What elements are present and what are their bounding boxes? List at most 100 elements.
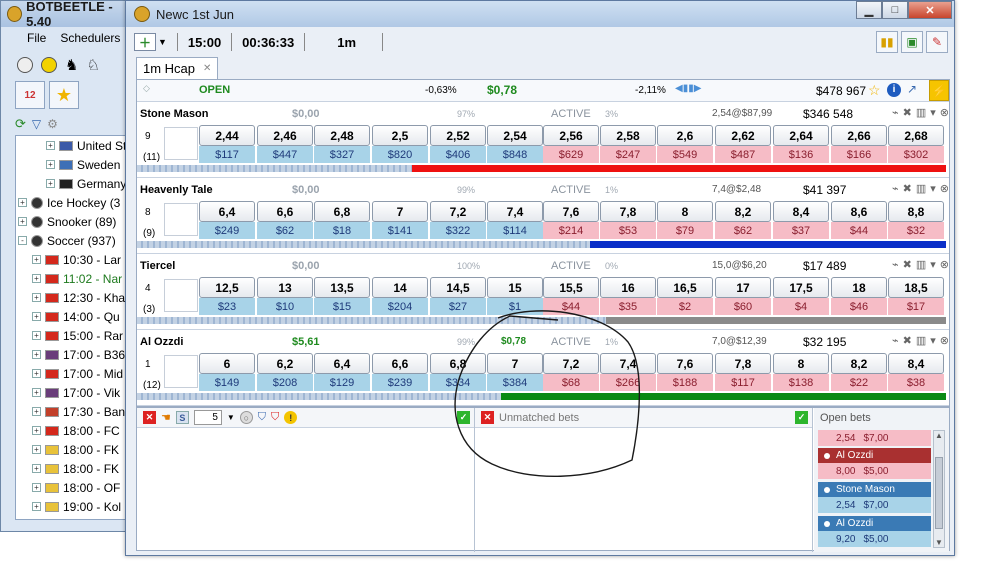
lay-amount[interactable]: $38 (888, 374, 944, 391)
odds-button[interactable]: 8 (773, 353, 829, 374)
back-amount[interactable]: $848 (487, 146, 543, 163)
tree-item[interactable]: +18:00 - FC (16, 421, 132, 440)
price-cell[interactable]: 16 $35 (600, 277, 656, 317)
tools-icon[interactable]: ✖ (903, 106, 912, 119)
cancel-unmatched-icon[interactable]: ✕ (481, 411, 494, 424)
lay-amount[interactable]: $2 (657, 298, 713, 315)
greyhound-icon[interactable]: ♘ (86, 56, 99, 74)
price-cell[interactable]: 13 $10 (257, 277, 313, 317)
back-amount[interactable]: $384 (487, 374, 543, 391)
hand-icon[interactable]: ☚ (161, 411, 171, 424)
dropdown-icon[interactable]: ▾ (930, 258, 936, 271)
lay-amount[interactable]: $266 (600, 374, 656, 391)
lay-amount[interactable]: $4 (773, 298, 829, 315)
expand-icon[interactable]: + (46, 141, 55, 150)
dropdown-icon[interactable]: ▾ (930, 182, 936, 195)
runner-name[interactable]: Al Ozzdi (140, 336, 183, 348)
tree-item[interactable]: +18:00 - FK (16, 440, 132, 459)
odds-button[interactable]: 2,52 (430, 125, 486, 146)
price-cell[interactable]: 18 $46 (831, 277, 887, 317)
price-cell[interactable]: 16,5 $2 (657, 277, 713, 317)
scrollbar[interactable]: ▲ ▼ (933, 430, 945, 548)
expand-icon[interactable]: + (32, 426, 41, 435)
odds-button[interactable]: 7,6 (543, 201, 599, 222)
price-cell[interactable]: 15,5 $44 (543, 277, 599, 317)
chart-icon[interactable]: ⌁ (892, 258, 899, 271)
price-cell[interactable]: 7,2 $68 (543, 353, 599, 393)
expand-icon[interactable]: + (32, 255, 41, 264)
back-amount[interactable]: $208 (257, 374, 313, 391)
odds-button[interactable]: 18,5 (888, 277, 944, 298)
price-cell[interactable]: 17 $60 (715, 277, 771, 317)
price-cell[interactable]: 7,6 $188 (657, 353, 713, 393)
tree-item[interactable]: +United States (16, 136, 132, 155)
odds-button[interactable]: 16,5 (657, 277, 713, 298)
odds-button[interactable]: 8,2 (831, 353, 887, 374)
price-cell[interactable]: 7,2 $322 (430, 201, 486, 241)
maximize-button[interactable]: □ (882, 1, 908, 19)
back-amount[interactable]: $334 (430, 374, 486, 391)
soccer-icon[interactable] (17, 57, 33, 73)
price-cell[interactable]: 2,44 $117 (199, 125, 255, 165)
chart-icon[interactable]: ⌁ (892, 182, 899, 195)
refresh-icon[interactable]: ⟳ (15, 116, 26, 132)
odds-button[interactable]: 14 (372, 277, 428, 298)
lay-amount[interactable]: $79 (657, 222, 713, 239)
lay-amount[interactable]: $22 (831, 374, 887, 391)
back-amount[interactable]: $204 (372, 298, 428, 315)
tennis-icon[interactable] (41, 57, 57, 73)
lay-amount[interactable]: $247 (600, 146, 656, 163)
runner-name[interactable]: Tiercel (140, 260, 175, 272)
settings-icon[interactable]: ⚙ (47, 117, 58, 131)
price-cell[interactable]: 15 $1 (487, 277, 543, 317)
back-amount[interactable]: $322 (430, 222, 486, 239)
odds-button[interactable]: 7,4 (487, 201, 543, 222)
lay-amount[interactable]: $32 (888, 222, 944, 239)
lay-amount[interactable]: $44 (831, 222, 887, 239)
price-cell[interactable]: 2,58 $247 (600, 125, 656, 165)
shield-red-icon[interactable]: ⛉ (271, 411, 279, 424)
price-cell[interactable]: 6,8 $18 (314, 201, 370, 241)
lay-amount[interactable]: $117 (715, 374, 771, 391)
tools-icon[interactable]: ✖ (903, 182, 912, 195)
tree-item[interactable]: +17:30 - Ban (16, 402, 132, 421)
back-amount[interactable]: $62 (257, 222, 313, 239)
price-cell[interactable]: 2,68 $302 (888, 125, 944, 165)
odds-button[interactable]: 17,5 (773, 277, 829, 298)
round-icon[interactable]: ○ (239, 411, 253, 424)
price-cell[interactable]: 2,66 $166 (831, 125, 887, 165)
expand-icon[interactable]: + (32, 331, 41, 340)
favourites-star-icon[interactable]: ★ (49, 81, 79, 109)
lay-amount[interactable]: $136 (773, 146, 829, 163)
odds-button[interactable]: 2,62 (715, 125, 771, 146)
price-cell[interactable]: 8,2 $62 (715, 201, 771, 241)
price-cell[interactable]: 2,48 $327 (314, 125, 370, 165)
stake-input[interactable]: 5 (193, 410, 222, 425)
close-button[interactable]: ✕ (908, 1, 952, 19)
close-tab-icon[interactable]: ✕ (203, 63, 211, 74)
odds-button[interactable]: 7,6 (657, 353, 713, 374)
odds-button[interactable]: 18 (831, 277, 887, 298)
tree-item[interactable]: +14:00 - Qu (16, 307, 132, 326)
price-cell[interactable]: 2,56 $629 (543, 125, 599, 165)
expand-icon[interactable]: + (32, 369, 41, 378)
back-amount[interactable]: $149 (199, 374, 255, 391)
odds-button[interactable]: 2,5 (372, 125, 428, 146)
lay-amount[interactable]: $302 (888, 146, 944, 163)
odds-button[interactable]: 8,2 (715, 201, 771, 222)
expand-icon[interactable]: + (32, 350, 41, 359)
tree-item[interactable]: +10:30 - Lar (16, 250, 132, 269)
tree-item[interactable]: +11:02 - Nar (16, 269, 132, 288)
price-cell[interactable]: 14,5 $27 (430, 277, 486, 317)
menu-file[interactable]: File (27, 31, 46, 51)
back-amount[interactable]: $23 (199, 298, 255, 315)
open-bet-item[interactable]: Al Ozzdi 9,20 $5,00 (818, 516, 931, 548)
lay-amount[interactable]: $62 (715, 222, 771, 239)
horse-racing-icon[interactable]: ♞ (65, 56, 78, 74)
odds-button[interactable]: 8,4 (773, 201, 829, 222)
dropdown-icon[interactable]: ▾ (930, 106, 936, 119)
price-cell[interactable]: 8 $138 (773, 353, 829, 393)
tab-market[interactable]: 1m Hcap ✕ (136, 57, 219, 79)
price-cell[interactable]: 6,6 $239 (372, 353, 428, 393)
lay-amount[interactable]: $138 (773, 374, 829, 391)
